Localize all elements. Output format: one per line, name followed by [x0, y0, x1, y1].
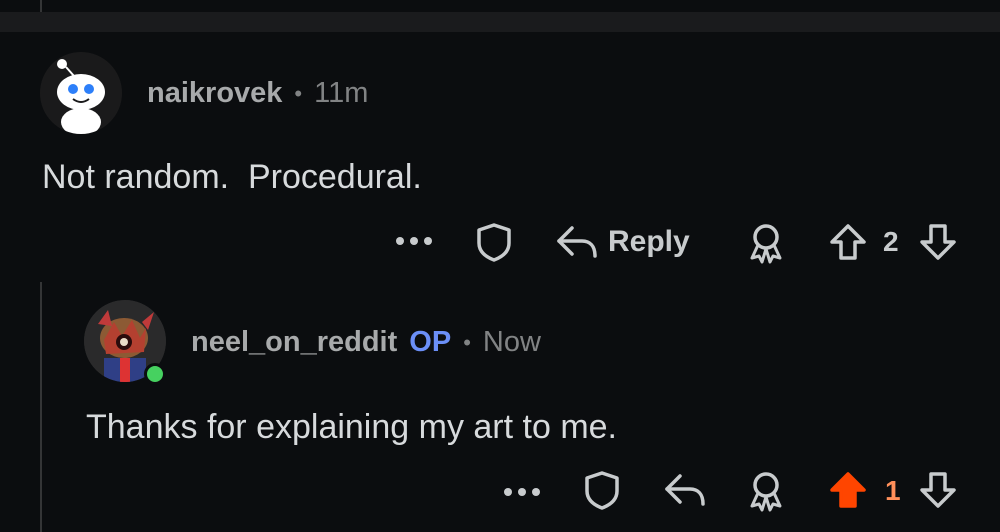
award-button[interactable]: [746, 470, 786, 512]
op-badge: OP: [409, 326, 452, 358]
timestamp: Now: [482, 326, 541, 358]
more-icon: [504, 488, 540, 496]
more-icon: [396, 237, 432, 245]
shield-icon: [477, 223, 511, 262]
downvote-icon: [920, 224, 956, 260]
reply-icon: [557, 226, 597, 258]
thread-line: [40, 282, 42, 532]
upvote-button[interactable]: [828, 222, 868, 262]
award-icon: [750, 224, 782, 264]
avatar[interactable]: [40, 52, 122, 134]
downvote-icon: [920, 472, 956, 508]
reply-label: Reply: [608, 225, 690, 258]
award-button[interactable]: [746, 222, 786, 264]
upvote-icon: [830, 472, 866, 508]
separator-dot: •: [294, 80, 303, 106]
mod-shield-button[interactable]: [582, 470, 622, 510]
section-divider: [0, 12, 1000, 32]
award-icon: [750, 472, 782, 512]
comment-meta: neel_on_reddit OP • Now: [191, 326, 541, 359]
mod-shield-button[interactable]: [474, 222, 514, 262]
reply-button[interactable]: [664, 470, 706, 510]
upvote-icon: [830, 224, 866, 260]
shield-icon: [585, 471, 619, 510]
timestamp: 11m: [314, 77, 369, 109]
snoo-avatar-icon: [40, 52, 122, 134]
username[interactable]: neel_on_reddit: [191, 326, 397, 359]
comment-body: Thanks for explaining my art to me.: [86, 408, 618, 446]
more-options-button[interactable]: [500, 475, 544, 509]
online-status-indicator: [144, 363, 166, 385]
comment-body: Not random. Procedural.: [42, 158, 422, 196]
username[interactable]: naikrovek: [147, 77, 282, 110]
more-options-button[interactable]: [392, 224, 436, 258]
thread-line-top: [40, 0, 42, 12]
downvote-button[interactable]: [918, 470, 958, 510]
upvote-button-active[interactable]: [828, 470, 868, 510]
separator-dot: •: [463, 329, 471, 355]
reply-icon: [665, 474, 705, 506]
vote-score: 1: [885, 475, 901, 506]
downvote-button[interactable]: [918, 222, 958, 262]
vote-score: 2: [883, 226, 899, 257]
reply-button[interactable]: Reply: [556, 222, 706, 262]
comment-meta: naikrovek • 11m: [147, 77, 368, 110]
